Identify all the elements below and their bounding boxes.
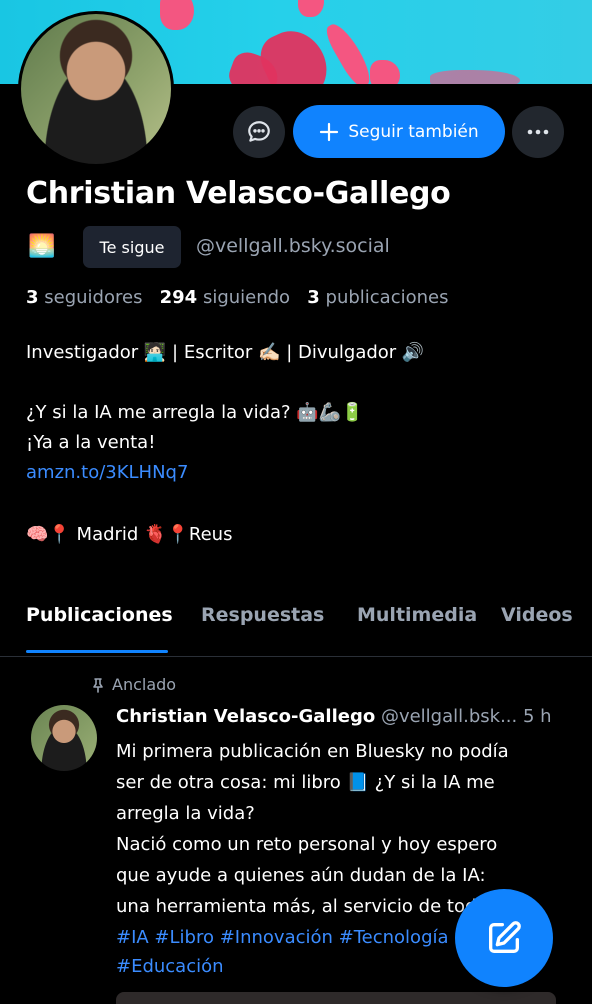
followers-link[interactable]: 3 seguidores	[26, 287, 142, 308]
following-label: siguiendo	[202, 287, 291, 308]
profile-name: Christian Velasco-Gallego	[26, 176, 451, 211]
posts-count: 3	[307, 287, 320, 308]
post-text-line: arregla la vida?	[116, 803, 255, 824]
compose-icon	[489, 921, 521, 953]
more-icon	[527, 129, 549, 135]
following-link[interactable]: 294 siguiendo	[160, 287, 290, 308]
message-button[interactable]	[233, 106, 285, 158]
post-text-line: ser de otra cosa: mi libro 📘 ¿Y si la IA…	[116, 772, 495, 793]
message-icon	[248, 121, 270, 142]
follow-back-label: Seguir también	[348, 121, 479, 142]
bio-line: 🧠📍 Madrid 🫀📍Reus	[26, 524, 233, 545]
post-embed-preview[interactable]	[116, 992, 556, 1004]
post-text-line: una herramienta más, al servicio de todo…	[116, 896, 503, 917]
post-author-name[interactable]: Christian Velasco-Gallego	[116, 706, 375, 727]
banner-art	[160, 0, 194, 30]
profile-tabs: Publicaciones Respuestas Multimedia Vide…	[0, 598, 592, 656]
more-options-button[interactable]	[512, 106, 564, 158]
divider	[0, 656, 592, 657]
pin-icon	[93, 677, 103, 693]
tab-multimedia[interactable]: Multimedia	[357, 604, 477, 626]
post-text-line: Nació como un reto personal y hoy espero	[116, 834, 498, 855]
compose-button[interactable]	[455, 889, 553, 987]
profile-stats: 3 seguidores 294 siguiendo 3 publicacion…	[26, 287, 448, 308]
tab-publicaciones[interactable]: Publicaciones	[26, 604, 173, 626]
plus-icon	[320, 122, 339, 141]
posts-label: publicaciones	[325, 287, 449, 308]
status-emoji: 🌅	[28, 234, 56, 259]
banner-art	[370, 60, 400, 84]
active-tab-indicator	[26, 650, 168, 653]
tab-respuestas[interactable]: Respuestas	[201, 604, 324, 626]
post-hashtags[interactable]: #IA #Libro #Innovación #Tecnología	[116, 927, 449, 948]
bio-line: ¡Ya a la venta!	[26, 432, 156, 453]
bio-link[interactable]: amzn.to/3KLHNq7	[26, 462, 188, 483]
profile-handle: @vellgall.bsky.social	[196, 235, 390, 257]
banner-art	[430, 70, 520, 84]
post-text-line: Mi primera publicación en Bluesky no pod…	[116, 741, 509, 762]
following-count: 294	[159, 287, 198, 308]
banner-art	[298, 0, 324, 17]
followers-count: 3	[26, 287, 39, 308]
post-hashtags[interactable]: #Educación	[116, 956, 224, 977]
profile-avatar[interactable]	[18, 11, 174, 167]
post-header: Christian Velasco-Gallego @vellgall.bsk.…	[116, 706, 572, 727]
post-author-avatar[interactable]	[31, 705, 97, 771]
pinned-indicator: Anclado	[90, 675, 176, 694]
bio-line: ¿Y si la IA me arregla la vida? 🤖🦾🔋	[26, 402, 364, 423]
pinned-label: Anclado	[112, 675, 177, 694]
follow-back-button[interactable]: Seguir también	[293, 105, 505, 158]
follows-you-badge: Te sigue	[83, 226, 181, 268]
post-author-handle[interactable]: @vellgall.bsk...	[381, 706, 517, 727]
post-text-line: que ayude a quienes aún dudan de la IA:	[116, 865, 486, 886]
banner-art	[321, 19, 377, 84]
tab-videos[interactable]: Videos	[501, 604, 573, 626]
followers-label: seguidores	[44, 287, 143, 308]
bio-line: Investigador 🧑🏻‍💻 | Escritor ✍🏻 | Divulg…	[26, 342, 425, 363]
post-time[interactable]: 5 h	[523, 706, 552, 727]
posts-stat: 3 publicaciones	[307, 287, 448, 308]
